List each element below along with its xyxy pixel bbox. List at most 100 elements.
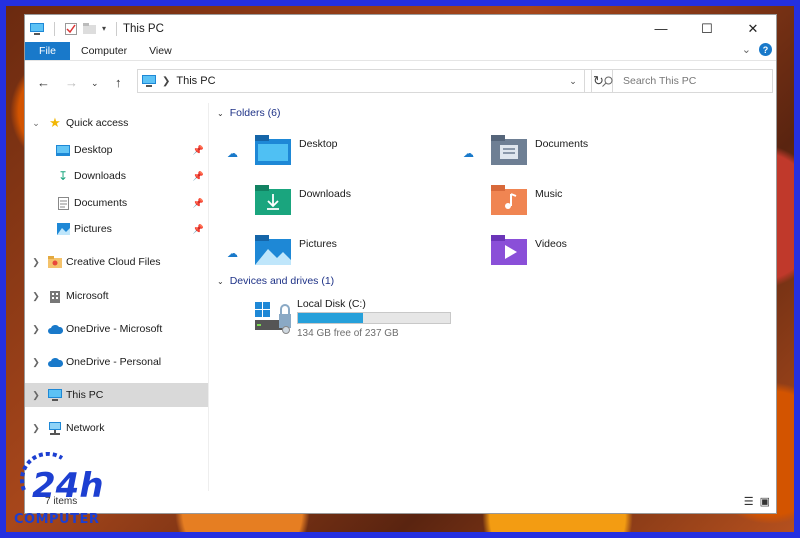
tab-view[interactable]: View bbox=[138, 42, 183, 60]
sidebar-item-downloads[interactable]: ↧ Downloads 📌 bbox=[25, 164, 208, 188]
breadcrumb-chevron-icon[interactable]: ❯ bbox=[162, 76, 170, 87]
sidebar-item-onedrive-microsoft[interactable]: ❯ OneDrive - Microsoft bbox=[25, 317, 208, 341]
sidebar-item-label: Quick access bbox=[66, 117, 129, 129]
ribbon: File Computer View ⌄ ? bbox=[25, 42, 776, 61]
sidebar-item-label: Creative Cloud Files bbox=[66, 256, 161, 268]
help-icon[interactable]: ? bbox=[759, 43, 772, 56]
onedrive-icon bbox=[47, 322, 63, 336]
tab-file[interactable]: File bbox=[25, 42, 70, 60]
folder-tile-desktop[interactable]: ☁ Desktop bbox=[227, 133, 465, 175]
pane-divider[interactable] bbox=[208, 103, 209, 491]
sidebar-item-desktop[interactable]: Desktop 📌 bbox=[25, 138, 208, 162]
sidebar-item-microsoft[interactable]: ❯ Microsoft bbox=[25, 284, 208, 308]
drives-group-header[interactable]: ⌄ Devices and drives (1) bbox=[217, 275, 334, 287]
up-button[interactable]: ↑ bbox=[115, 75, 122, 90]
group-title: Devices and drives (1) bbox=[229, 275, 335, 287]
logo-number: 24h bbox=[32, 466, 104, 506]
large-icons-view-icon[interactable]: ▣ bbox=[760, 495, 770, 508]
sidebar-item-label: OneDrive - Personal bbox=[66, 356, 162, 368]
breadcrumb-this-pc[interactable]: This PC bbox=[176, 75, 215, 87]
this-pc-icon bbox=[30, 22, 44, 35]
navigation-bar: ← → ⌄ ↑ ❯ This PC ⌄ ↻ Search This PC bbox=[25, 61, 776, 103]
search-icon bbox=[602, 76, 613, 87]
chevron-right-icon[interactable]: ❯ bbox=[25, 390, 47, 401]
content-pane: ⌄ Folders (6) ☁ Desktop ☁ Documents Down… bbox=[211, 103, 776, 493]
pin-icon[interactable]: 📌 bbox=[193, 171, 204, 182]
folder-label: Documents bbox=[535, 138, 589, 150]
document-icon bbox=[55, 196, 71, 210]
sidebar-item-label: This PC bbox=[66, 389, 104, 401]
cloud-status-icon: ☁ bbox=[463, 148, 474, 160]
chevron-right-icon[interactable]: ❯ bbox=[25, 423, 47, 434]
chevron-right-icon[interactable]: ❯ bbox=[25, 324, 47, 335]
pictures-folder-icon bbox=[255, 235, 291, 265]
logo-brand: COMPUTER bbox=[14, 512, 100, 527]
sidebar-item-quick-access[interactable]: ⌄ ★ Quick access bbox=[25, 111, 208, 135]
folders-group-header[interactable]: ⌄ Folders (6) bbox=[217, 107, 280, 119]
music-folder-icon bbox=[491, 185, 527, 215]
drive-tile-local-disk[interactable]: Local Disk (C:) 134 GB free of 237 GB bbox=[255, 298, 495, 348]
navigation-pane: ⌄ ★ Quick access Desktop 📌 ↧ Downloads 📌… bbox=[25, 103, 208, 493]
folder-label: Pictures bbox=[299, 238, 337, 250]
tab-computer[interactable]: Computer bbox=[70, 42, 138, 60]
customize-toolbar-icon[interactable]: ▾ bbox=[102, 24, 106, 33]
file-explorer-window: ▾ This PC — ☐ ✕ File Computer View ⌄ ? ←… bbox=[24, 14, 777, 514]
address-dropdown-icon[interactable]: ⌄ bbox=[562, 70, 584, 92]
address-bar[interactable]: ❯ This PC ⌄ bbox=[137, 69, 585, 93]
new-folder-icon[interactable] bbox=[83, 23, 96, 34]
chevron-down-icon[interactable]: ⌄ bbox=[217, 109, 224, 118]
cloud-status-icon: ☁ bbox=[227, 248, 238, 260]
desktop-folder-icon bbox=[255, 135, 291, 165]
folder-tile-videos[interactable]: Videos bbox=[491, 233, 701, 275]
local-disk-icon bbox=[255, 302, 291, 334]
building-icon bbox=[47, 289, 63, 303]
pin-icon[interactable]: 📌 bbox=[193, 224, 204, 235]
maximize-button[interactable]: ☐ bbox=[684, 15, 730, 42]
group-title: Folders (6) bbox=[229, 107, 281, 119]
title-bar: ▾ This PC — ☐ ✕ bbox=[25, 15, 776, 42]
folder-label: Downloads bbox=[299, 188, 351, 200]
back-button[interactable]: ← bbox=[37, 75, 50, 90]
expand-ribbon-icon[interactable]: ⌄ bbox=[742, 43, 751, 56]
drive-usage-bar bbox=[297, 312, 451, 324]
sidebar-item-onedrive-personal[interactable]: ❯ OneDrive - Personal bbox=[25, 350, 208, 374]
recent-locations-button[interactable]: ⌄ bbox=[91, 78, 99, 89]
desktop-icon bbox=[55, 143, 71, 157]
pin-icon[interactable]: 📌 bbox=[193, 198, 204, 209]
chevron-right-icon[interactable]: ❯ bbox=[25, 357, 47, 368]
folder-label: Desktop bbox=[299, 138, 338, 150]
minimize-button[interactable]: — bbox=[638, 15, 684, 42]
sidebar-item-pictures[interactable]: Pictures 📌 bbox=[25, 217, 208, 241]
sidebar-item-label: OneDrive - Microsoft bbox=[66, 323, 163, 335]
drive-usage-fill bbox=[298, 313, 364, 323]
watermark-logo: 24h COMPUTER bbox=[14, 452, 114, 536]
sidebar-item-this-pc[interactable]: ❯ This PC bbox=[25, 383, 208, 407]
chevron-right-icon[interactable]: ❯ bbox=[25, 257, 47, 268]
folder-tile-downloads[interactable]: Downloads bbox=[255, 183, 465, 225]
documents-folder-icon bbox=[491, 135, 527, 165]
pin-icon[interactable]: 📌 bbox=[193, 145, 204, 156]
sidebar-item-label: Documents bbox=[74, 197, 128, 209]
properties-icon[interactable] bbox=[65, 22, 77, 35]
folder-tile-pictures[interactable]: ☁ Pictures bbox=[227, 233, 465, 275]
chevron-right-icon[interactable]: ❯ bbox=[25, 291, 47, 302]
folder-tile-music[interactable]: Music bbox=[491, 183, 701, 225]
sidebar-item-documents[interactable]: Documents 📌 bbox=[25, 191, 208, 215]
sidebar-item-label: Pictures bbox=[74, 223, 112, 235]
forward-button[interactable]: → bbox=[65, 75, 78, 90]
chevron-down-icon[interactable]: ⌄ bbox=[25, 118, 47, 129]
details-view-icon[interactable]: ☰ bbox=[744, 495, 754, 508]
folder-label: Music bbox=[535, 188, 563, 200]
chevron-down-icon[interactable]: ⌄ bbox=[217, 277, 224, 286]
sidebar-item-label: Desktop bbox=[74, 144, 113, 156]
search-placeholder: Search This PC bbox=[623, 75, 697, 87]
search-input[interactable]: Search This PC bbox=[591, 69, 773, 93]
cloud-status-icon: ☁ bbox=[227, 148, 238, 160]
sidebar-item-label: Downloads bbox=[74, 170, 126, 182]
close-button[interactable]: ✕ bbox=[730, 15, 776, 42]
sidebar-item-network[interactable]: ❯ Network bbox=[25, 416, 208, 440]
sidebar-item-creative-cloud-files[interactable]: ❯ Creative Cloud Files bbox=[25, 250, 208, 274]
folder-tile-documents[interactable]: ☁ Documents bbox=[463, 133, 701, 175]
this-pc-icon bbox=[142, 75, 156, 87]
this-pc-icon bbox=[47, 388, 63, 402]
